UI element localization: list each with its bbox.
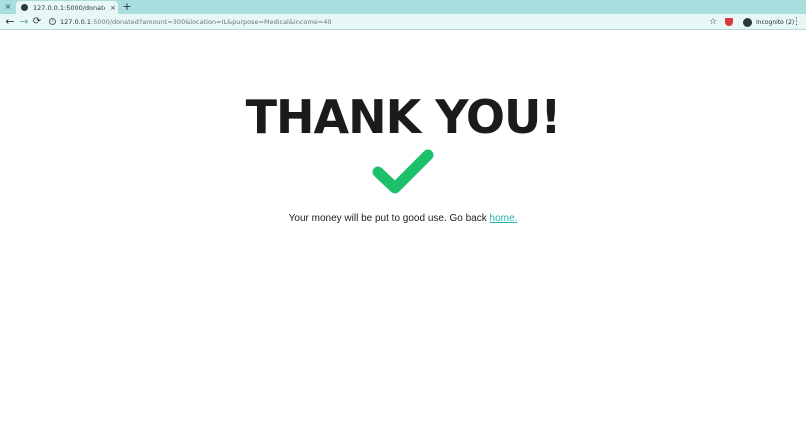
new-tab-button[interactable]: + xyxy=(121,1,133,13)
page-title: THANK YOU! xyxy=(245,90,562,144)
address-bar[interactable]: 127.0.0.1:5000/donated?amount=300&locati… xyxy=(60,17,331,27)
reload-button[interactable]: ⟳ xyxy=(30,15,44,29)
forward-button[interactable]: → xyxy=(17,15,31,29)
url-path: :5000/donated?amount=300&location=IL&pur… xyxy=(91,18,332,26)
inactive-tab-close-icon[interactable]: × xyxy=(3,2,13,12)
bookmark-star-icon[interactable]: ☆ xyxy=(708,15,718,29)
message-text: Your money will be put to good use. Go b… xyxy=(288,213,490,224)
incognito-indicator[interactable]: Incognito (2) xyxy=(743,16,794,28)
incognito-label: Incognito (2) xyxy=(756,18,795,26)
incognito-icon xyxy=(743,17,752,27)
page-content: THANK YOU! Your money will be put to goo… xyxy=(0,31,806,441)
site-info-icon[interactable]: i xyxy=(49,18,56,25)
thank-you-message: Your money will be put to good use. Go b… xyxy=(0,212,806,226)
menu-icon[interactable]: ⋮ xyxy=(792,15,801,29)
checkmark-icon xyxy=(372,149,434,194)
tab-strip: × 127.0.0.1:5000/donated?amou × + xyxy=(0,0,806,14)
shield-icon[interactable] xyxy=(725,18,733,26)
tab-title: 127.0.0.1:5000/donated?amou xyxy=(33,3,105,12)
url-host: 127.0.0.1 xyxy=(60,18,92,26)
tab-close-icon[interactable]: × xyxy=(110,3,116,13)
back-button[interactable]: ← xyxy=(3,15,17,29)
home-link[interactable]: home. xyxy=(490,213,518,224)
globe-icon xyxy=(21,4,28,11)
active-tab[interactable]: 127.0.0.1:5000/donated?amou × xyxy=(16,1,118,14)
browser-toolbar: ← → ⟳ i 127.0.0.1:5000/donated?amount=30… xyxy=(0,14,806,30)
